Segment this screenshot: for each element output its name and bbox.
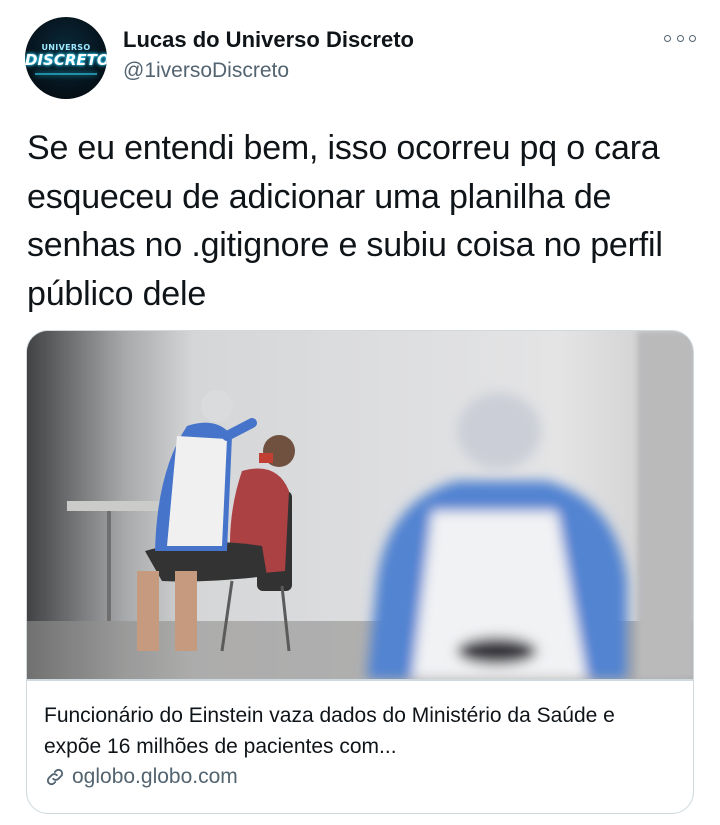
link-icon <box>46 768 64 786</box>
more-dot <box>676 34 684 42</box>
author-display-name[interactable]: Lucas do Universo Discreto <box>123 27 414 53</box>
author-handle[interactable]: @1iversoDiscreto <box>123 59 289 83</box>
link-card-domain-text: oglobo.globo.com <box>72 765 238 788</box>
tweet-text: Se eu entendi bem, isso ocorreu pq o car… <box>27 129 663 313</box>
link-card[interactable]: Funcionário do Einstein vaza dados do Mi… <box>26 330 694 814</box>
card-photo <box>27 331 693 679</box>
link-card-title[interactable]: Funcionário do Einstein vaza dados do Mi… <box>44 700 664 762</box>
link-card-image[interactable] <box>27 331 693 679</box>
card-divider <box>27 679 693 681</box>
link-card-domain[interactable]: oglobo.globo.com <box>44 765 238 789</box>
avatar-logo-main: DISCRETO <box>25 51 107 69</box>
more-options-icon[interactable] <box>664 27 696 49</box>
avatar-glow <box>35 73 97 75</box>
avatar[interactable]: UNIVERSO DISCRETO <box>25 17 107 99</box>
more-dot <box>664 34 671 42</box>
more-dot <box>689 34 696 42</box>
tweet: UNIVERSO DISCRETO Lucas do Universo Disc… <box>0 0 720 825</box>
